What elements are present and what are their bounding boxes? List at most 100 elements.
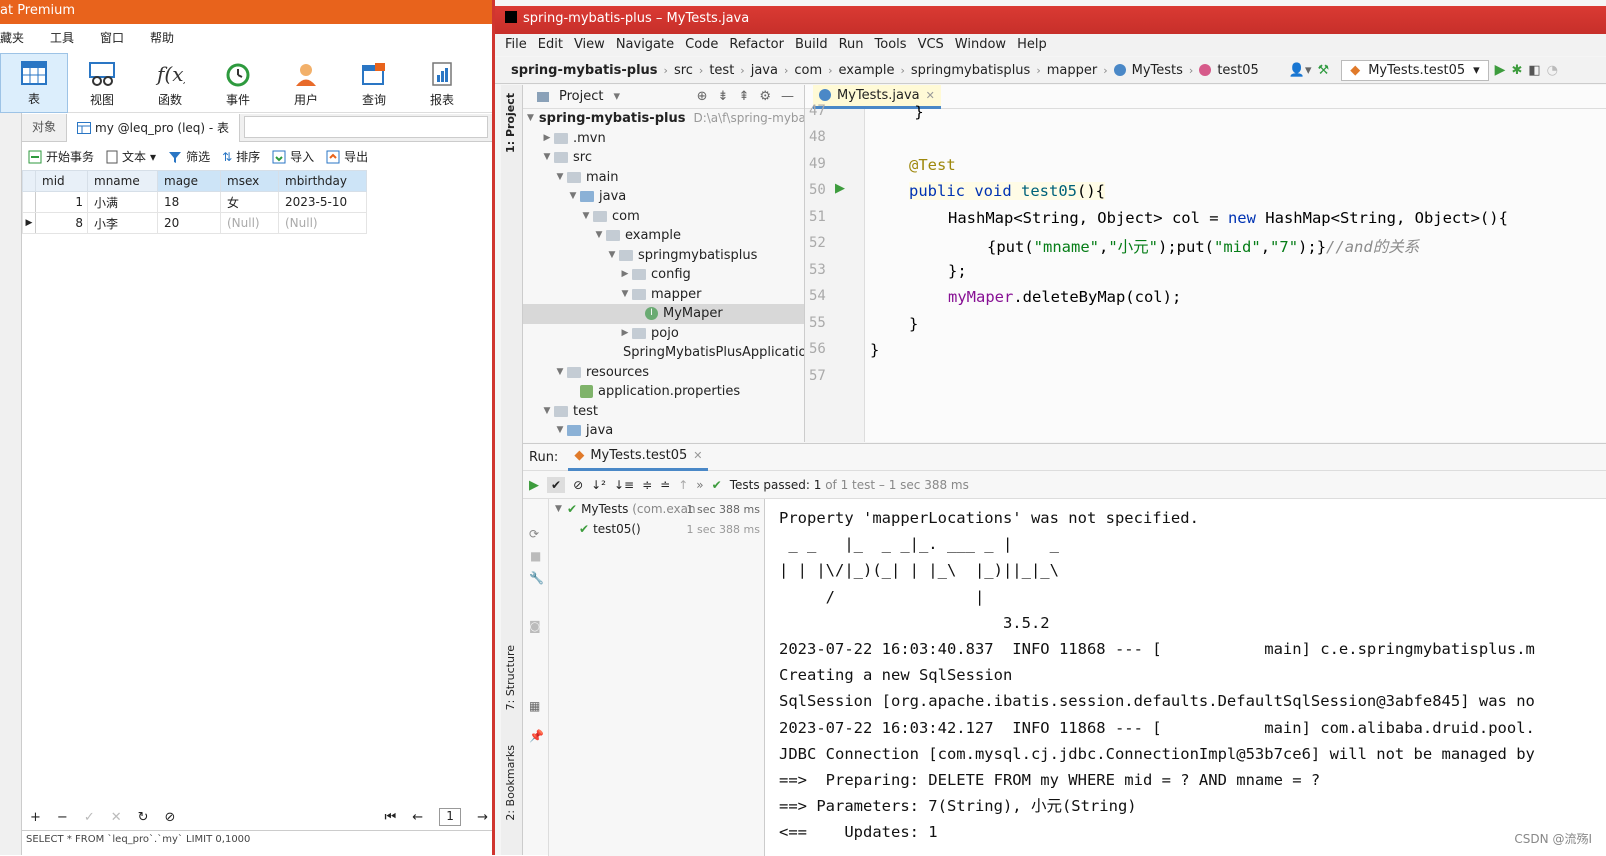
filter-button[interactable]: 筛选: [168, 148, 210, 165]
apply-icon[interactable]: ✓: [84, 810, 95, 825]
chevron-down-icon[interactable]: ▼: [553, 168, 567, 188]
menu-build[interactable]: Build: [795, 34, 828, 56]
menu-window[interactable]: 窗口: [100, 26, 124, 50]
expand-all-icon[interactable]: ≑: [642, 478, 652, 492]
hide-icon[interactable]: —: [781, 89, 794, 104]
breadcrumb-com[interactable]: com: [794, 63, 822, 78]
menu-code[interactable]: Code: [685, 34, 718, 56]
code-line[interactable]: }: [877, 103, 923, 121]
page-number-field[interactable]: 1: [439, 808, 462, 826]
project-tool-button[interactable]: 1: Project: [504, 93, 517, 153]
import-button[interactable]: 导入: [272, 148, 314, 165]
chevron-down-icon[interactable]: ▼: [592, 226, 606, 246]
tree-item[interactable]: ▶ .mvn: [523, 129, 804, 149]
breadcrumb-project[interactable]: spring-mybatis-plus: [511, 63, 658, 78]
coverage-icon[interactable]: ◧: [1528, 63, 1540, 78]
cell-mage[interactable]: 18: [157, 191, 221, 213]
toolbar-table-button[interactable]: 表: [0, 53, 68, 113]
cell-mname[interactable]: 小满: [87, 191, 158, 213]
chevron-down-icon[interactable]: ▼: [540, 148, 554, 168]
menu-favorites[interactable]: 藏夹: [0, 26, 24, 50]
breadcrumb-springmybatisplus[interactable]: springmybatisplus: [911, 63, 1030, 78]
breadcrumb-java[interactable]: java: [751, 63, 778, 78]
cell-mid[interactable]: 8: [35, 212, 88, 234]
profile-icon[interactable]: ◔: [1547, 63, 1558, 78]
stop-icon[interactable]: ■: [530, 549, 541, 563]
debug-icon[interactable]: ✱: [1511, 63, 1522, 78]
code-line-method[interactable]: public void test05(){: [909, 182, 1106, 200]
prev-page-icon[interactable]: ←: [412, 810, 423, 825]
cell-msex[interactable]: (Null): [220, 212, 279, 234]
begin-transaction-button[interactable]: 开始事务: [28, 148, 94, 165]
column-header-mname[interactable]: mname: [87, 170, 158, 192]
stop-icon[interactable]: ⊘: [165, 810, 176, 825]
toolbar-view-button[interactable]: 视图: [68, 53, 136, 113]
tab-objects[interactable]: 对象: [22, 114, 68, 142]
tab-table-my[interactable]: my @leq_pro (leq) - 表: [67, 114, 241, 142]
code-line[interactable]: {put("mname","小元");put("mid","7");}//and…: [987, 235, 1419, 257]
run-tab-mytests[interactable]: ◆ MyTests.test05 ✕: [568, 444, 709, 471]
refresh-icon[interactable]: ↻: [138, 810, 149, 825]
navicat-side-scrollbar[interactable]: [0, 113, 22, 855]
menu-edit[interactable]: Edit: [538, 34, 563, 56]
show-passed-icon[interactable]: ✔: [547, 477, 566, 493]
layout-icon[interactable]: ▦: [529, 699, 540, 713]
chevron-down-icon[interactable]: ▼: [605, 246, 619, 266]
tree-item[interactable]: ▶ config: [523, 265, 804, 285]
more-icon[interactable]: »: [696, 478, 703, 492]
chevron-down-icon[interactable]: ▼: [618, 285, 632, 305]
column-header-mid[interactable]: mid: [35, 170, 88, 192]
menu-file[interactable]: File: [505, 34, 527, 56]
text-button[interactable]: 文本 ▾: [106, 148, 156, 165]
menu-tools[interactable]: 工具: [50, 26, 74, 50]
collapse-all-icon[interactable]: ≐: [660, 478, 670, 492]
row-indicator-current-icon[interactable]: ▶: [22, 212, 36, 234]
run-icon[interactable]: ▶: [1495, 62, 1506, 78]
toolbar-query-button[interactable]: 查询: [340, 53, 408, 113]
menu-run[interactable]: Run: [839, 34, 864, 56]
menu-window[interactable]: Window: [955, 34, 1006, 56]
chevron-down-icon[interactable]: ▼: [553, 421, 567, 441]
build-hammer-icon[interactable]: ⚒: [1318, 63, 1330, 78]
code-line[interactable]: }: [870, 341, 879, 359]
code-line[interactable]: HashMap<String, Object> col = new HashMa…: [948, 209, 1508, 227]
toolbar-event-button[interactable]: 事件: [204, 53, 272, 113]
chevron-right-icon[interactable]: ▶: [618, 324, 632, 344]
previous-failed-icon[interactable]: ↑: [678, 478, 688, 492]
tree-item[interactable]: ▼ src: [523, 148, 804, 168]
project-view-select[interactable]: Project: [559, 89, 603, 104]
cell-mbirthday[interactable]: (Null): [278, 212, 367, 234]
test-suite-row[interactable]: ▼ ✔ MyTests (com.exan 1 sec 388 ms: [549, 499, 764, 519]
breadcrumb-mytests[interactable]: MyTests: [1132, 63, 1183, 78]
run-configuration-select[interactable]: ◆ MyTests.test05 ▾: [1341, 59, 1489, 81]
toolbar-function-button[interactable]: f(x) 函数: [136, 53, 204, 113]
column-header-mage[interactable]: mage: [157, 170, 221, 192]
rerun-icon[interactable]: ▶: [529, 478, 539, 493]
expand-all-icon[interactable]: ⇟: [718, 89, 729, 104]
toolbar-user-button[interactable]: 用户: [272, 53, 340, 113]
structure-tool-button[interactable]: 7: Structure: [504, 645, 517, 710]
code-line-annotation[interactable]: @Test: [909, 156, 956, 174]
tree-item[interactable]: I MyMaper: [523, 304, 804, 324]
menu-tools[interactable]: Tools: [875, 34, 907, 56]
table-row[interactable]: ▶ 8 小李 20 (Null) (Null): [22, 212, 492, 234]
tree-item[interactable]: ▼ springmybatisplus: [523, 246, 804, 266]
export-button[interactable]: 导出: [326, 148, 368, 165]
toolbar-report-button[interactable]: 报表: [408, 53, 476, 113]
rerun-failed-icon[interactable]: ⟳: [529, 527, 539, 541]
cell-mbirthday[interactable]: 2023-5-10: [278, 191, 367, 213]
menu-refactor[interactable]: Refactor: [729, 34, 784, 56]
menu-help[interactable]: 帮助: [150, 26, 174, 50]
tree-item[interactable]: ▼ spring-mybatis-plus D:\a\f\spring-myba: [523, 109, 804, 129]
tree-item[interactable]: ▼ resources: [523, 363, 804, 383]
chevron-down-icon[interactable]: ▼: [553, 363, 567, 383]
add-record-icon[interactable]: +: [30, 810, 41, 825]
chevron-down-icon[interactable]: ▼: [555, 504, 567, 514]
tree-item[interactable]: ▼ com: [523, 207, 804, 227]
next-page-icon[interactable]: →: [477, 810, 488, 825]
console-output[interactable]: Property 'mapperLocations' was not speci…: [765, 499, 1606, 856]
breadcrumb-example[interactable]: example: [839, 63, 895, 78]
chevron-down-icon[interactable]: ▼: [540, 402, 554, 422]
chevron-down-icon[interactable]: ▼: [566, 187, 580, 207]
delete-record-icon[interactable]: −: [57, 810, 68, 825]
